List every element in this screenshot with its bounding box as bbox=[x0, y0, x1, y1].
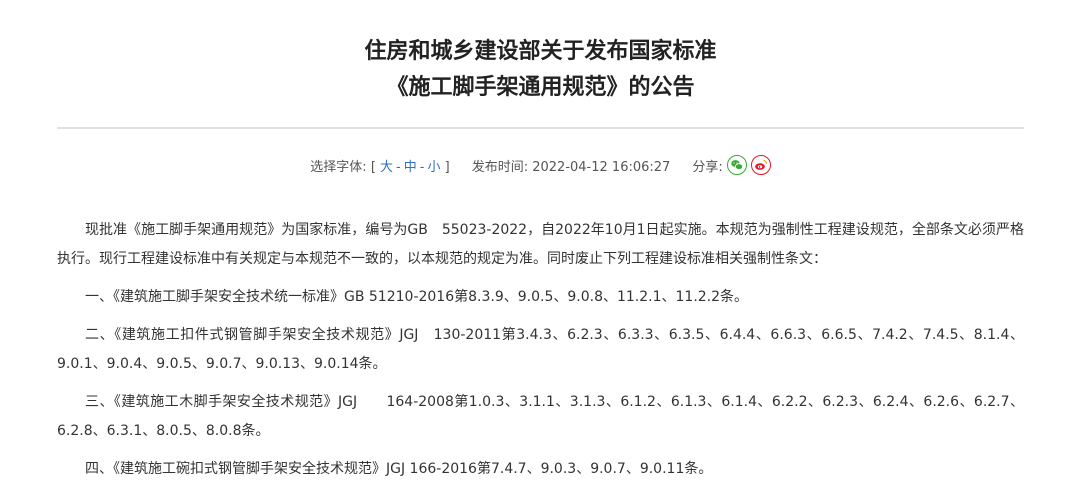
paragraph-item-3: 三、《建筑施工木脚手架安全技术规范》JGJ 164-2008第1.0.3、3.1… bbox=[57, 394, 1024, 439]
paragraph-announcement: 现批准《施工脚手架通用规范》为国家标准，编号为GB 55023-2022，自20… bbox=[57, 222, 1024, 267]
paragraph-item-1: 一、《建筑施工脚手架安全技术统一标准》GB 51210-2016第8.3.9、9… bbox=[85, 289, 749, 305]
publish-time: 发布时间: 2022-04-12 16:06:27 bbox=[472, 156, 671, 175]
share-label: 分享: bbox=[692, 159, 723, 175]
title-divider bbox=[57, 127, 1024, 129]
font-size-medium-link[interactable]: 中 bbox=[404, 160, 417, 175]
article-title-line1: 住房和城乡建设部关于发布国家标准 bbox=[364, 39, 717, 64]
bracket-open: [ bbox=[370, 159, 376, 175]
font-size-label: 选择字体: bbox=[310, 159, 367, 175]
article-body: 现批准《施工脚手架通用规范》为国家标准，编号为GB 55023-2022，自20… bbox=[57, 216, 1024, 484]
paragraph-item-4: 四、《建筑施工碗扣式钢管脚手架安全技术规范》JGJ 166-2016第7.4.7… bbox=[85, 461, 713, 477]
font-size-large-link[interactable]: 大 bbox=[380, 160, 393, 175]
font-size-separator: - bbox=[419, 159, 425, 175]
bracket-close: ] bbox=[444, 159, 450, 175]
font-size-small-link[interactable]: 小 bbox=[427, 160, 440, 175]
publish-time-label: 发布时间: bbox=[471, 159, 529, 175]
font-size-separator: - bbox=[396, 159, 401, 175]
paragraph-item-2: 二、《建筑施工扣件式钢管脚手架安全技术规范》JGJ 130-2011第3.4.3… bbox=[57, 327, 1024, 372]
article-meta-bar: 选择字体: [ 大-中-小 ] 发布时间: 2022-04-12 16:06:2… bbox=[57, 145, 1024, 185]
article: 住房和城乡建设部关于发布国家标准 《施工脚手架通用规范》的公告 选择字体: [ … bbox=[57, 0, 1024, 493]
article-title: 住房和城乡建设部关于发布国家标准 《施工脚手架通用规范》的公告 bbox=[57, 0, 1024, 106]
publish-time-value: 2022-04-12 16:06:27 bbox=[532, 159, 671, 175]
font-size-control: 选择字体: [ 大-中-小 ] bbox=[310, 156, 449, 175]
wechat-icon[interactable] bbox=[726, 155, 747, 175]
article-title-line2: 《施工脚手架通用规范》的公告 bbox=[386, 75, 695, 100]
weibo-icon[interactable] bbox=[750, 155, 771, 175]
